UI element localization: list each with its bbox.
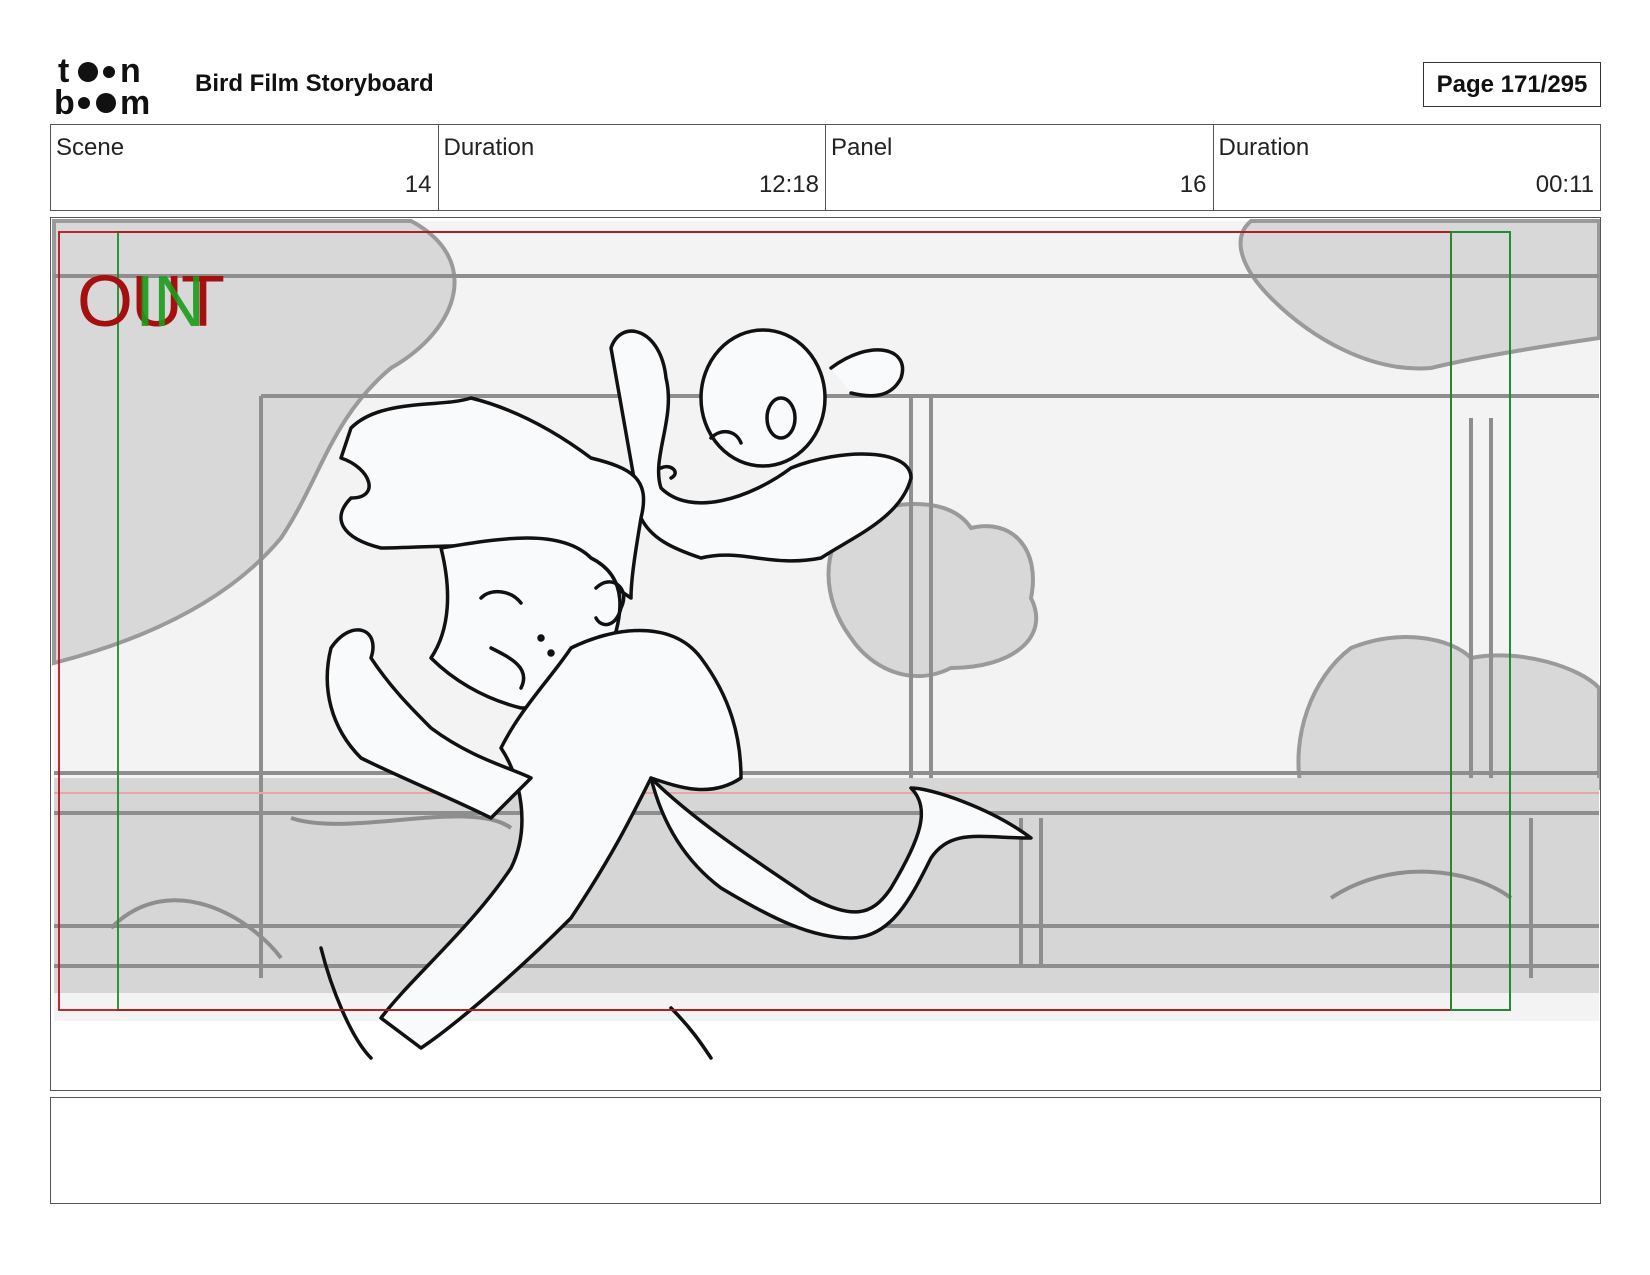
scene-cell: Scene 14 [51,125,439,210]
panel-duration-value: 00:11 [1535,171,1594,198]
panel-duration-label: Duration [1218,134,1310,161]
panel-value: 16 [1179,171,1207,198]
scene-value: 14 [404,171,432,198]
panel-info-table: Scene 14 Duration 12:18 Panel 16 Duratio… [50,124,1601,211]
panel-label: Panel [831,134,893,161]
svg-text:b: b [54,84,75,118]
panel-sketch [52,219,1600,1060]
scene-duration-value: 12:18 [758,171,819,198]
in-frame-label: IN [135,262,205,342]
page-indicator: Page 171/295 [1423,62,1601,107]
scene-label: Scene [56,134,125,161]
document-title: Bird Film Storyboard [195,70,434,97]
svg-text:m: m [120,84,150,118]
panel-cell: Panel 16 [826,125,1214,210]
scene-duration-label: Duration [443,134,535,161]
panel-notes-box [50,1097,1601,1204]
toon-boom-logo: t n b m [54,54,150,118]
scene-duration-cell: Duration 12:18 [439,125,826,210]
storyboard-panel: OUT IN [50,217,1601,1091]
panel-duration-cell: Duration 00:11 [1214,125,1601,210]
